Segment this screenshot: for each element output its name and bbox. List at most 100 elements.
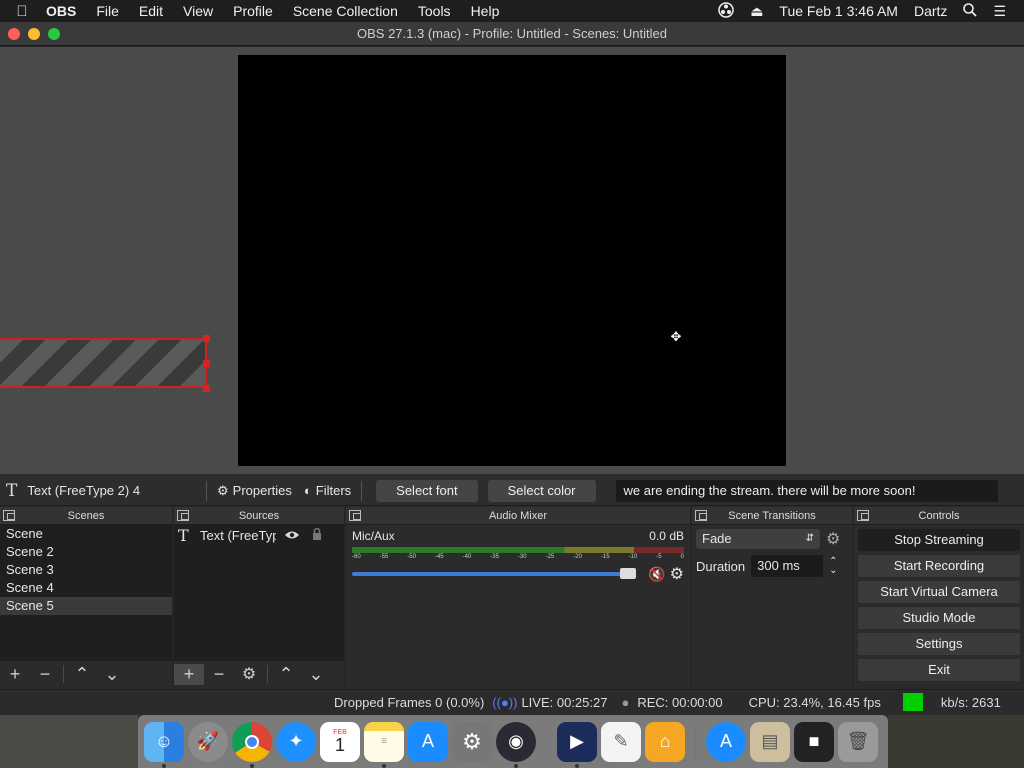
lock-icon[interactable]: [312, 527, 322, 543]
eject-icon[interactable]: ⏏: [742, 3, 771, 20]
apple-menu-icon[interactable]: : [0, 3, 44, 20]
rec-timer: REC: 00:00:00: [637, 694, 723, 710]
volume-slider-knob[interactable]: [620, 568, 637, 579]
divider: [361, 480, 363, 501]
preview-icon[interactable]: ▤: [750, 721, 790, 762]
transition-select[interactable]: Fade ⇵: [696, 529, 820, 549]
app-store-icon[interactable]: A: [408, 721, 448, 762]
screen-recorder-icon[interactable]: ▶: [557, 721, 597, 768]
source-item[interactable]: T Text (FreeType 2) 4: [174, 525, 344, 545]
transition-value: Fade: [702, 531, 732, 546]
tick-label: 0: [680, 554, 684, 560]
select-font-button[interactable]: Select font: [376, 479, 478, 502]
scene-item[interactable]: Scene: [0, 525, 172, 543]
resize-handle-bottom-right[interactable]: [203, 385, 210, 392]
move-down-icon[interactable]: ⌄: [97, 664, 127, 685]
select-color-button[interactable]: Select color: [487, 479, 596, 502]
move-down-icon[interactable]: ⌄: [301, 664, 331, 685]
menu-tools[interactable]: Tools: [408, 3, 461, 19]
resize-handle-middle-right[interactable]: [203, 360, 210, 367]
safari-icon[interactable]: ✦: [276, 721, 316, 762]
sources-dock: Sources T Text (FreeType 2) 4 + − ⚙ ⌃ ⌄: [174, 507, 344, 687]
remove-scene-icon[interactable]: −: [30, 664, 60, 685]
tick-label: -35: [490, 554, 499, 560]
remove-source-icon[interactable]: −: [204, 664, 234, 685]
source-properties-gear-icon[interactable]: ⚙: [234, 664, 264, 684]
muted-speaker-icon[interactable]: 🔇: [648, 566, 665, 583]
scene-item-selected[interactable]: Scene 5: [0, 597, 172, 615]
undock-icon[interactable]: [177, 510, 189, 521]
selected-source-bounding-box[interactable]: [0, 338, 207, 388]
duration-stepper-icon[interactable]: ⌃ ⌄: [829, 557, 839, 576]
textedit-icon[interactable]: ✎: [601, 721, 641, 762]
preview-canvas[interactable]: [238, 55, 786, 466]
track-settings-gear-icon[interactable]: ⚙: [670, 564, 684, 584]
preview-area[interactable]: ✥: [0, 47, 1024, 474]
finder-icon[interactable]: ☺: [144, 721, 184, 768]
filters-button[interactable]: ◐ Filters: [298, 483, 357, 498]
start-virtual-camera-button[interactable]: Start Virtual Camera: [858, 581, 1020, 603]
undock-icon[interactable]: [3, 510, 15, 521]
stop-streaming-button[interactable]: Stop Streaming: [858, 529, 1020, 551]
tick-label: -50: [407, 554, 416, 560]
scene-item[interactable]: Scene 4: [0, 579, 172, 597]
tick-label: -5: [656, 554, 662, 560]
home-icon[interactable]: ⌂: [645, 721, 685, 762]
studio-mode-button[interactable]: Studio Mode: [858, 607, 1020, 629]
duration-input[interactable]: 300 ms: [751, 555, 824, 577]
spotlight-search-icon[interactable]: [955, 2, 985, 20]
stream-health-indicator: [902, 693, 923, 711]
menu-file[interactable]: File: [86, 3, 129, 19]
resize-handle-top-right[interactable]: [203, 335, 210, 342]
gear-icon: ⚙: [217, 482, 229, 498]
app-store-folder-icon[interactable]: A: [706, 721, 746, 762]
dock-area: Scenes Scene Scene 2 Scene 3 Scene 4 Sce…: [0, 507, 1024, 687]
bitrate: kb/s: 2631: [940, 694, 1001, 710]
add-scene-icon[interactable]: +: [0, 664, 30, 685]
undock-icon[interactable]: [857, 510, 869, 521]
text-content-input[interactable]: we are ending the stream. there will be …: [615, 479, 998, 502]
scene-item[interactable]: Scene 3: [0, 561, 172, 579]
system-preferences-icon[interactable]: ⚙: [452, 721, 492, 762]
undock-icon[interactable]: [349, 510, 361, 521]
tick-label: -20: [573, 554, 582, 560]
stack-icon[interactable]: ■: [794, 721, 834, 762]
obs-status-icon[interactable]: [710, 1, 742, 21]
filters-icon: ◐: [303, 483, 312, 498]
volume-slider[interactable]: [352, 568, 637, 579]
launchpad-icon[interactable]: 🚀: [188, 721, 228, 762]
clock[interactable]: Tue Feb 1 3:46 AM: [771, 3, 906, 19]
live-timer: LIVE: 00:25:27: [521, 694, 608, 710]
tick-label: -15: [600, 554, 610, 560]
app-menu[interactable]: OBS: [44, 3, 86, 19]
user-name[interactable]: Dartz: [906, 3, 955, 19]
menu-bar:  OBS File Edit View Profile Scene Colle…: [0, 0, 1024, 22]
exit-button[interactable]: Exit: [858, 659, 1020, 681]
window-title: OBS 27.1.3 (mac) - Profile: Untitled - S…: [357, 26, 667, 41]
menu-scene-collection[interactable]: Scene Collection: [283, 3, 408, 19]
visibility-eye-icon[interactable]: [284, 528, 300, 543]
menu-view[interactable]: View: [173, 3, 223, 19]
tick-label: -30: [517, 554, 527, 560]
control-center-icon[interactable]: ☰: [985, 3, 1014, 20]
chrome-icon[interactable]: [232, 721, 272, 768]
obs-icon[interactable]: ◉: [496, 721, 536, 768]
menu-help[interactable]: Help: [461, 3, 510, 19]
start-recording-button[interactable]: Start Recording: [858, 555, 1020, 577]
source-context-bar: T Text (FreeType 2) 4 ⚙ Properties ◐ Fil…: [0, 476, 1024, 506]
move-up-icon[interactable]: ⌃: [67, 664, 97, 685]
trash-icon[interactable]: 🗑: [838, 721, 878, 762]
move-up-icon[interactable]: ⌃: [271, 664, 301, 685]
menu-edit[interactable]: Edit: [129, 3, 173, 19]
menu-profile[interactable]: Profile: [223, 3, 283, 19]
cpu-usage: CPU: 23.4%, 16.45 fps: [748, 694, 881, 710]
add-source-icon[interactable]: +: [174, 663, 204, 685]
transition-settings-gear-icon[interactable]: ⚙: [826, 529, 840, 549]
undock-icon[interactable]: [695, 510, 707, 521]
notes-icon[interactable]: ≡: [364, 721, 404, 768]
properties-button[interactable]: ⚙ Properties: [211, 483, 298, 499]
scene-item[interactable]: Scene 2: [0, 543, 172, 561]
calendar-icon[interactable]: FEB 1: [320, 721, 360, 762]
dock-divider: [695, 723, 696, 760]
settings-button[interactable]: Settings: [858, 633, 1020, 655]
